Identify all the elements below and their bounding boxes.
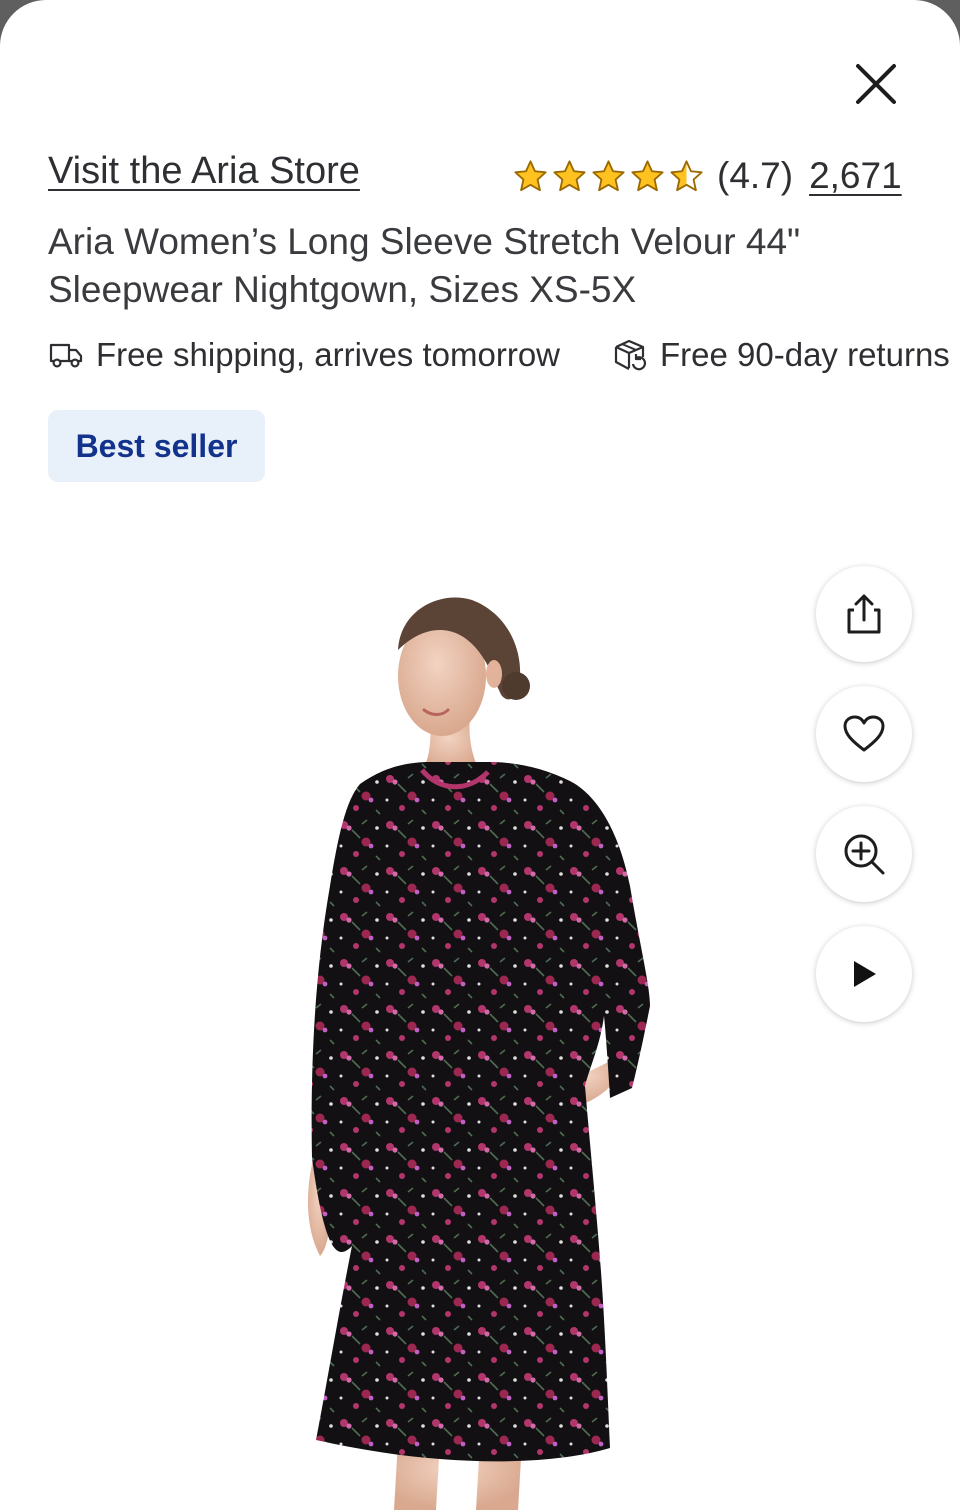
free-returns-label: Free 90-day returns bbox=[660, 336, 950, 373]
dress bbox=[311, 762, 650, 1462]
free-returns-benefit: Free 90-day returns bbox=[612, 336, 950, 374]
product-sheet: Visit the Aria Store (4.7) 2,671 Aria Wo… bbox=[0, 0, 960, 1510]
benefits-row: Free shipping, arrives tomorrow Free 90-… bbox=[48, 330, 960, 380]
best-seller-badge: Best seller bbox=[48, 410, 265, 482]
free-shipping-benefit: Free shipping, arrives tomorrow bbox=[48, 336, 560, 374]
ear bbox=[486, 660, 502, 688]
star-icon bbox=[592, 159, 625, 191]
return-box-icon bbox=[614, 339, 647, 371]
rating-summary[interactable]: (4.7) 2,671 bbox=[512, 152, 902, 200]
heart-icon bbox=[843, 715, 885, 752]
close-button[interactable] bbox=[846, 54, 906, 114]
product-image[interactable] bbox=[290, 586, 690, 1510]
star-icon bbox=[514, 159, 547, 191]
star-rating bbox=[512, 158, 705, 195]
play-icon bbox=[854, 961, 876, 987]
review-count-link[interactable]: 2,671 bbox=[809, 155, 902, 197]
hair-bun bbox=[502, 672, 530, 700]
star-icon bbox=[553, 159, 586, 191]
free-shipping-label: Free shipping, arrives tomorrow bbox=[96, 336, 560, 373]
truck-icon bbox=[49, 343, 83, 368]
close-icon bbox=[856, 64, 896, 104]
zoom-button[interactable] bbox=[816, 806, 912, 902]
rating-value: (4.7) bbox=[717, 155, 794, 196]
play-video-button[interactable] bbox=[816, 926, 912, 1022]
zoom-in-icon bbox=[844, 834, 885, 875]
share-button[interactable] bbox=[816, 566, 912, 662]
star-icon bbox=[631, 159, 664, 191]
half-star-icon bbox=[670, 159, 703, 191]
visit-store-link[interactable]: Visit the Aria Store bbox=[48, 150, 360, 193]
share-icon bbox=[847, 594, 881, 634]
favorite-button[interactable] bbox=[816, 686, 912, 782]
product-title: Aria Women’s Long Sleeve Stretch Velour … bbox=[48, 221, 801, 310]
